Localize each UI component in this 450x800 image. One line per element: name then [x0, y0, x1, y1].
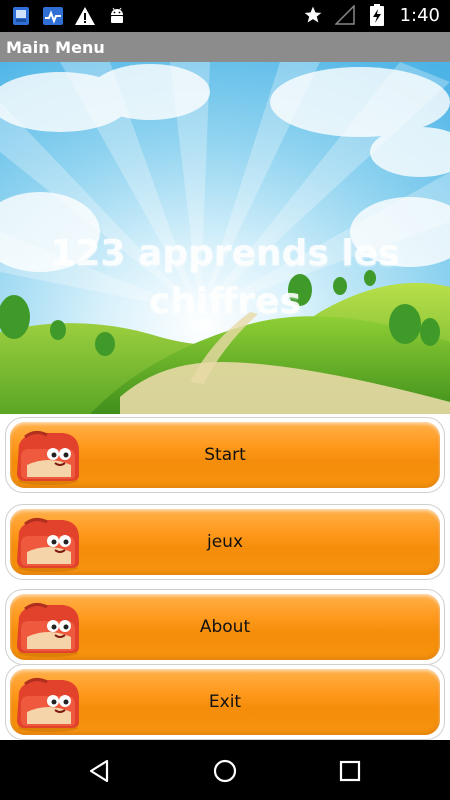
app-icon [10, 5, 32, 27]
home-icon[interactable] [212, 758, 238, 784]
about-button[interactable]: About [5, 589, 445, 665]
warning-icon [74, 5, 96, 27]
status-left-icons [10, 5, 128, 27]
app-title: 123 apprends les chiffres [50, 233, 400, 322]
start-button[interactable]: Start [5, 417, 445, 493]
main-menu: Start jeux About Exit [0, 414, 450, 740]
about-button-label: About [199, 617, 251, 637]
android-icon [106, 5, 128, 27]
status-bar: 1:40 [0, 0, 450, 32]
clock-time: 1:40 [399, 4, 440, 26]
signal-icon [334, 4, 356, 26]
recents-icon[interactable] [337, 758, 363, 784]
exit-button[interactable]: Exit [5, 664, 445, 740]
action-bar: Main Menu [0, 32, 450, 62]
star-icon [302, 4, 324, 26]
status-right-icons: 1:40 [302, 4, 440, 26]
screen-title: Main Menu [6, 37, 105, 57]
battery-charging-icon [366, 4, 388, 26]
exit-button-label: Exit [208, 692, 242, 712]
start-button-label: Start [204, 445, 246, 465]
hero-banner: 123 apprends les chiffres [0, 62, 450, 414]
navigation-bar [0, 740, 450, 800]
jeux-button[interactable]: jeux [5, 504, 445, 580]
activity-icon [42, 5, 64, 27]
jeux-button-label: jeux [206, 532, 244, 552]
back-icon[interactable] [87, 758, 113, 784]
